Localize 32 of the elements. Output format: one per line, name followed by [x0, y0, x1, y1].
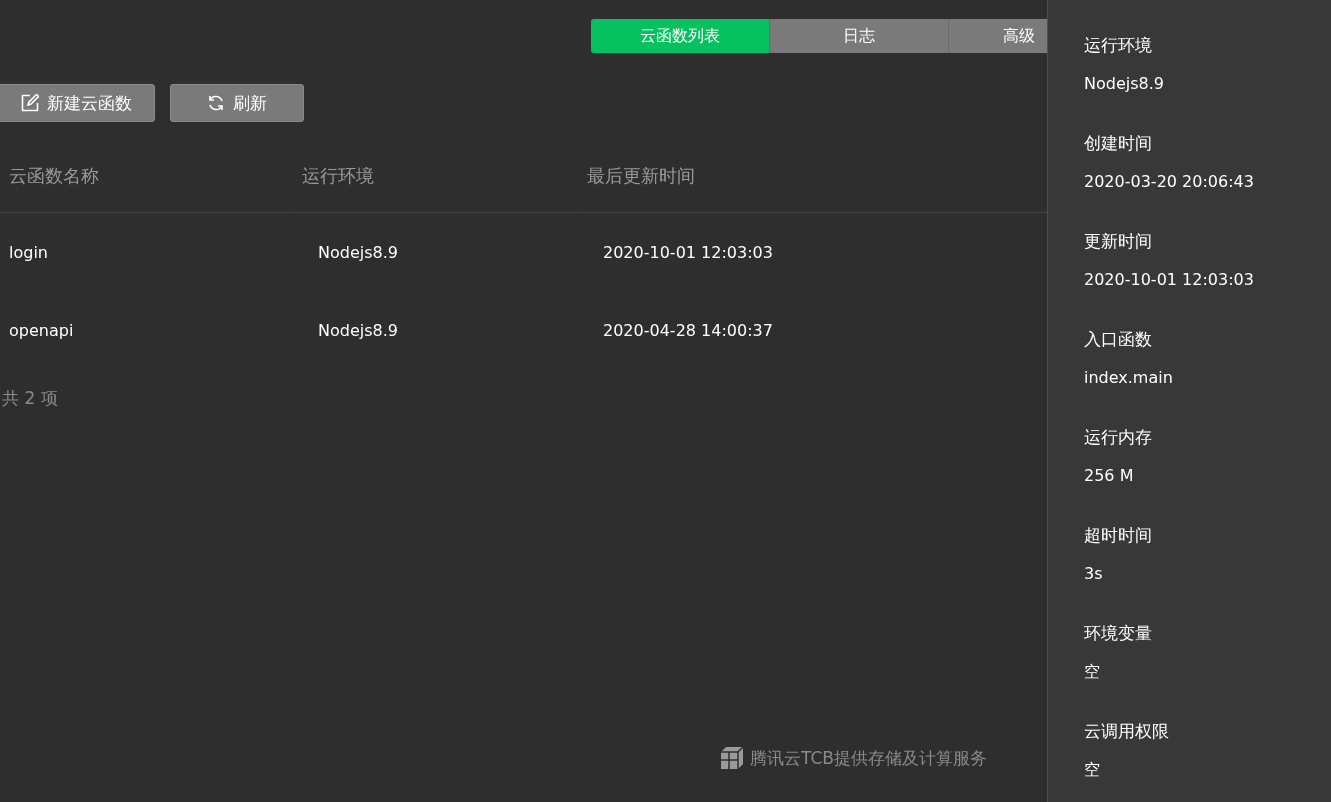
edit-icon: [21, 94, 39, 112]
detail-value: index.main: [1084, 367, 1174, 389]
new-function-button[interactable]: 新建云函数: [0, 84, 155, 122]
detail-label: 更新时间: [1084, 230, 1153, 253]
refresh-icon: [207, 94, 225, 112]
table-cell-text: openapi: [8, 319, 75, 342]
detail-value: 3s: [1084, 563, 1104, 585]
tab[interactable]: 云函数列表: [591, 19, 770, 53]
detail-label: 运行内存: [1084, 426, 1153, 449]
detail-value: 256 M: [1084, 465, 1135, 487]
detail-value: 空: [1084, 661, 1101, 683]
column-header: 云函数名称: [0, 140, 293, 213]
detail-label: 超时时间: [1084, 524, 1153, 547]
detail-value: Nodejs8.9: [1084, 73, 1165, 95]
column-header: 运行环境: [293, 140, 578, 213]
cube-icon: [720, 746, 744, 770]
table-cell: Nodejs8.9: [293, 213, 578, 291]
table-cell-text: login: [8, 241, 49, 264]
detail-value: 2020-03-20 20:06:43: [1084, 171, 1255, 193]
detail-value: 空: [1084, 759, 1101, 781]
footer-text: 腾讯云TCB提供存储及计算服务: [750, 746, 987, 770]
table-cell: Nodejs8.9: [293, 291, 578, 369]
tab[interactable]: 日志: [770, 19, 949, 53]
total-count: 共 2 项: [2, 387, 59, 410]
tab[interactable]: 高级: [949, 19, 1047, 53]
detail-value: 2020-10-01 12:03:03: [1084, 269, 1255, 291]
refresh-button[interactable]: 刷新: [170, 84, 304, 122]
detail-label: 入口函数: [1084, 328, 1153, 351]
detail-label: 创建时间: [1084, 132, 1153, 155]
detail-label: 云调用权限: [1084, 720, 1170, 743]
detail-label: 运行环境: [1084, 34, 1153, 57]
detail-label: 环境变量: [1084, 622, 1153, 645]
